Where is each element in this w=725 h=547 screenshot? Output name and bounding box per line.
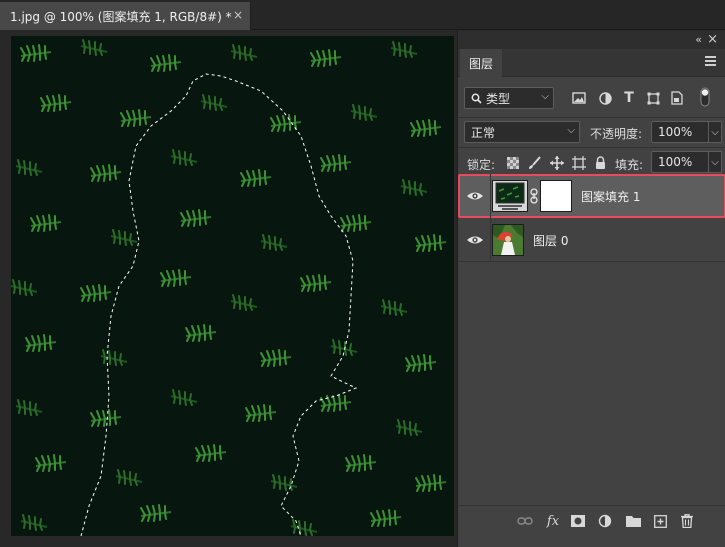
photoshop-window: 1.jpg @ 100% (图案填充 1, RGB/8#) * × « × 图层… — [0, 0, 725, 547]
layers-list-empty-area[interactable] — [458, 297, 725, 505]
lock-all-icon[interactable] — [593, 155, 607, 170]
layer-mask-thumbnail[interactable] — [540, 180, 572, 212]
opacity-dropdown-icon[interactable]: ⌵ — [708, 121, 722, 143]
fill-label: 填充: — [615, 158, 644, 172]
chevron-down-icon: ⌵ — [541, 91, 549, 102]
fill-value: 100% — [658, 155, 693, 169]
opacity-value: 100% — [658, 125, 693, 139]
close-icon[interactable]: × — [233, 8, 243, 22]
panel-title-strip: « × — [458, 31, 725, 49]
blend-mode-value: 正常 — [471, 125, 496, 140]
eye-icon[interactable] — [466, 187, 484, 205]
new-layer-icon[interactable] — [651, 512, 669, 530]
new-group-icon[interactable] — [624, 512, 642, 530]
layers-panel: « × 图层 类型 ⌵ T 正常 ⌵ 不透明度: 100% ⌵ 锁定: 填充: … — [457, 31, 725, 547]
document-tab-bar: 1.jpg @ 100% (图案填充 1, RGB/8#) * × — [0, 0, 725, 30]
layer-thumbnail[interactable] — [492, 224, 524, 256]
delete-layer-icon[interactable] — [678, 512, 696, 530]
canvas-area — [0, 31, 456, 547]
canvas-image — [11, 36, 454, 536]
blend-row: 正常 ⌵ 不透明度: 100% ⌵ — [458, 118, 725, 146]
tab-layers[interactable]: 图层 — [460, 49, 502, 77]
layers-action-bar: fx — [458, 505, 725, 535]
lock-row: 锁定: 填充: 100% ⌵ — [458, 148, 725, 176]
lock-image-pixels-icon[interactable] — [527, 155, 541, 171]
type-filter-icon[interactable]: T — [621, 89, 637, 107]
eye-icon[interactable] — [466, 231, 484, 249]
document-tab[interactable]: 1.jpg @ 100% (图案填充 1, RGB/8#) * × — [0, 2, 251, 30]
filter-type-dropdown[interactable]: 类型 ⌵ — [464, 87, 554, 109]
filter-type-label: 类型 — [486, 91, 511, 106]
lock-artboard-icon[interactable] — [571, 155, 586, 170]
filter-toggle[interactable] — [698, 86, 712, 108]
visibility-column-divider — [490, 218, 491, 262]
close-panel-icon[interactable]: × — [707, 32, 718, 47]
opacity-label: 不透明度: — [590, 127, 643, 141]
chain-link-icon[interactable] — [529, 188, 539, 204]
visibility-column-divider — [490, 174, 491, 218]
new-adjustment-icon[interactable] — [596, 512, 614, 530]
layer-row-pattern-fill[interactable]: 图案填充 1 — [458, 174, 725, 218]
lock-label: 锁定: — [467, 158, 496, 172]
search-icon — [471, 93, 482, 104]
fill-dropdown-icon[interactable]: ⌵ — [708, 151, 722, 173]
smart-object-filter-icon[interactable] — [669, 90, 685, 106]
opacity-input[interactable]: 100% — [651, 121, 709, 143]
fill-input[interactable]: 100% — [651, 151, 709, 173]
filter-row: 类型 ⌵ T — [458, 77, 725, 117]
lock-transparent-pixels-icon[interactable] — [506, 156, 520, 170]
link-layers-icon[interactable] — [516, 512, 534, 530]
chevron-down-icon: ⌵ — [567, 125, 575, 136]
adjustment-filter-icon[interactable] — [597, 90, 613, 106]
panel-menu-icon[interactable] — [705, 56, 716, 66]
add-mask-icon[interactable] — [569, 512, 587, 530]
add-style-icon[interactable]: fx — [544, 512, 562, 530]
layer-name[interactable]: 图层 0 — [533, 232, 568, 249]
pattern-fill-thumbnail[interactable] — [492, 180, 528, 212]
image-filter-icon[interactable] — [571, 90, 587, 106]
panel-tabs: 图层 — [458, 49, 725, 77]
lock-position-icon[interactable] — [549, 155, 564, 170]
layer-name[interactable]: 图案填充 1 — [581, 188, 640, 205]
document-canvas[interactable] — [11, 36, 454, 536]
blend-mode-dropdown[interactable]: 正常 ⌵ — [464, 121, 580, 143]
document-tab-title: 1.jpg @ 100% (图案填充 1, RGB/8#) * — [10, 9, 232, 24]
collapse-panel-icon[interactable]: « — [695, 33, 702, 46]
shape-filter-icon[interactable] — [645, 90, 661, 106]
layer-row-layer-0[interactable]: 图层 0 — [458, 218, 725, 262]
